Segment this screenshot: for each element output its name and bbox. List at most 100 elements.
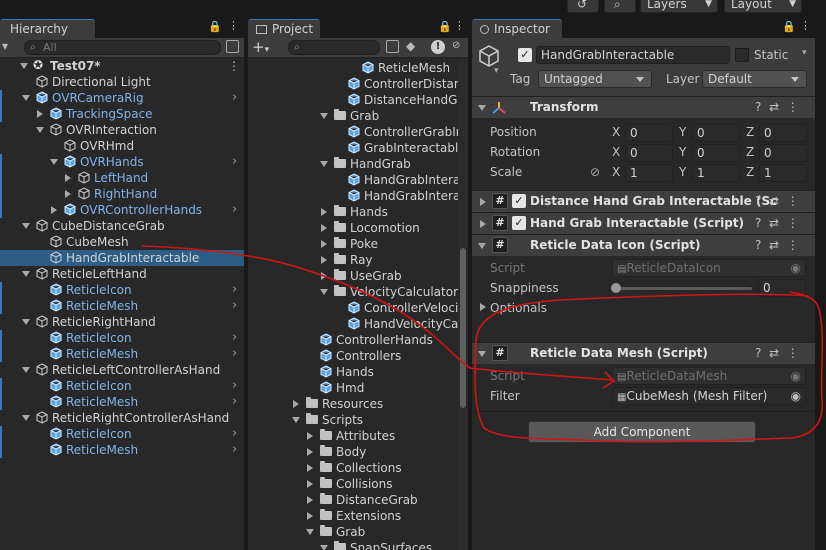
project-item[interactable]: Collisions	[248, 476, 458, 492]
hierarchy-item[interactable]: RightHand	[0, 186, 244, 202]
position-z-input[interactable]: 0	[759, 124, 807, 142]
project-item[interactable]: HandGrabInterac	[248, 188, 458, 204]
hierarchy-item[interactable]: ReticleIcon ›	[0, 330, 244, 346]
hierarchy-item[interactable]: Directional Light	[0, 74, 244, 90]
hierarchy-item[interactable]: ReticleIcon ›	[0, 426, 244, 442]
object-picker-icon[interactable]: ◉	[791, 260, 801, 276]
project-item[interactable]: HandGrab	[248, 156, 458, 172]
hierarchy-item[interactable]: ReticleMesh ›	[0, 346, 244, 362]
search-button[interactable]: ⌕	[604, 0, 636, 13]
chevron-right-icon[interactable]: ›	[232, 330, 237, 346]
scale-y-input[interactable]: 1	[692, 164, 740, 182]
object-picker-icon[interactable]: ◉	[791, 388, 801, 404]
project-scrollbar[interactable]	[458, 58, 468, 550]
snappiness-input[interactable]: 0	[758, 279, 806, 297]
project-item[interactable]: DistanceHandGr	[248, 92, 458, 108]
foldout-arrow-icon[interactable]	[22, 367, 30, 373]
more-options-icon[interactable]: ⋮	[787, 100, 799, 114]
project-item[interactable]: Scripts	[248, 412, 458, 428]
create-dropdown-icon[interactable]: ▾	[2, 39, 8, 53]
foldout-arrow-icon[interactable]	[306, 529, 314, 535]
scale-x-input[interactable]: 1	[625, 164, 673, 182]
chevron-right-icon[interactable]: ›	[232, 378, 237, 394]
project-item[interactable]: Grab	[248, 108, 458, 124]
foldout-arrow-icon[interactable]	[307, 448, 313, 456]
hierarchy-item[interactable]: ReticleRightControllerAsHand	[0, 410, 244, 426]
search-by-type-icon[interactable]	[386, 40, 399, 53]
project-item[interactable]: ControllerGrabIn	[248, 124, 458, 140]
project-item[interactable]: VelocityCalculator	[248, 284, 458, 300]
static-checkbox[interactable]	[735, 48, 749, 62]
layout-dropdown[interactable]: Layout ▼	[724, 0, 802, 13]
foldout-arrow-icon[interactable]	[320, 545, 328, 550]
chevron-right-icon[interactable]: ›	[232, 202, 237, 218]
project-item[interactable]: ControllerHands	[248, 332, 458, 348]
presets-icon[interactable]: ⇄	[769, 346, 779, 360]
layers-dropdown[interactable]: Layers ▼	[640, 0, 718, 13]
project-item[interactable]: UseGrab	[248, 268, 458, 284]
hierarchy-item[interactable]: ReticleMesh ›	[0, 442, 244, 458]
foldout-arrow-icon[interactable]	[307, 432, 313, 440]
more-options-icon[interactable]: ⋮	[454, 19, 465, 32]
project-item[interactable]: Resources	[248, 396, 458, 412]
project-item[interactable]: Hands	[248, 204, 458, 220]
hierarchy-item[interactable]: ReticleIcon ›	[0, 282, 244, 298]
component-header[interactable]: # Reticle Data Mesh (Script)? ⇄ ⋮	[472, 342, 815, 364]
hierarchy-item[interactable]: TrackingSpace	[0, 106, 244, 122]
more-options-icon[interactable]: ⋮	[787, 194, 799, 208]
hierarchy-item[interactable]: OVRHmd	[0, 138, 244, 154]
more-options-icon[interactable]: ⋮	[228, 19, 239, 32]
filter-field[interactable]: ▦CubeMesh (Mesh Filter) ◉	[612, 387, 806, 405]
foldout-arrow-icon[interactable]	[37, 110, 43, 118]
chevron-right-icon[interactable]: ›	[232, 298, 237, 314]
help-icon[interactable]: ?	[755, 100, 761, 114]
help-icon[interactable]: ?	[755, 216, 761, 230]
component-enabled-checkbox[interactable]: ✓	[512, 216, 526, 230]
hierarchy-item[interactable]: OVRInteraction	[0, 122, 244, 138]
chevron-right-icon[interactable]: ›	[232, 346, 237, 362]
chevron-down-icon[interactable]: ▾	[494, 66, 499, 76]
more-options-icon[interactable]: ⋮	[228, 58, 240, 74]
presets-icon[interactable]: ⇄	[769, 194, 779, 208]
help-icon[interactable]: ?	[755, 194, 761, 208]
chevron-right-icon[interactable]: ›	[232, 426, 237, 442]
scale-z-input[interactable]: 1	[759, 164, 807, 182]
hidden-packages-icon[interactable]: ⊘	[452, 40, 460, 51]
more-options-icon[interactable]: ⋮	[787, 346, 799, 360]
foldout-arrow-icon[interactable]	[320, 161, 328, 167]
foldout-arrow-icon[interactable]	[321, 240, 327, 248]
foldout-arrow-icon[interactable]	[307, 512, 313, 520]
foldout-arrow-icon[interactable]	[321, 256, 327, 264]
more-options-icon[interactable]: ⋮	[800, 19, 811, 32]
project-item[interactable]: Collections	[248, 460, 458, 476]
scene-row[interactable]: ✪ Test07* ⋮	[0, 58, 244, 74]
foldout-arrow-icon[interactable]	[321, 224, 327, 232]
transform-header[interactable]: Transform ? ⇄ ⋮	[472, 96, 815, 118]
hierarchy-item[interactable]: ReticleMesh ›	[0, 394, 244, 410]
warning-icon[interactable]: !	[431, 40, 445, 54]
foldout-arrow-icon[interactable]	[292, 417, 300, 423]
component-header[interactable]: # Reticle Data Icon (Script)? ⇄ ⋮	[472, 234, 815, 256]
hierarchy-item[interactable]: CubeMesh	[0, 234, 244, 250]
foldout-arrow-icon[interactable]	[307, 480, 313, 488]
tab-project[interactable]: Project	[248, 19, 320, 38]
foldout-arrow-icon[interactable]	[20, 63, 28, 69]
help-icon[interactable]: ?	[755, 238, 761, 252]
project-item[interactable]: Controllers	[248, 348, 458, 364]
foldout-arrow-icon[interactable]	[65, 190, 71, 198]
more-options-icon[interactable]: ⋮	[787, 216, 799, 230]
foldout-arrow-icon[interactable]	[22, 95, 30, 101]
presets-icon[interactable]: ⇄	[769, 238, 779, 252]
rotation-x-input[interactable]: 0	[625, 144, 673, 162]
foldout-arrow-icon[interactable]	[36, 127, 44, 133]
snappiness-slider-handle[interactable]	[611, 283, 621, 293]
chevron-right-icon[interactable]: ›	[232, 90, 237, 106]
project-item[interactable]: Extensions	[248, 508, 458, 524]
tag-dropdown[interactable]: Untagged	[538, 70, 652, 88]
chevron-right-icon[interactable]: ›	[232, 154, 237, 170]
more-options-icon[interactable]: ⋮	[787, 238, 799, 252]
foldout-arrow-icon[interactable]	[480, 198, 486, 206]
foldout-arrow-icon[interactable]	[22, 223, 30, 229]
project-item[interactable]: Attributes	[248, 428, 458, 444]
hierarchy-item[interactable]: CubeDistanceGrab	[0, 218, 244, 234]
